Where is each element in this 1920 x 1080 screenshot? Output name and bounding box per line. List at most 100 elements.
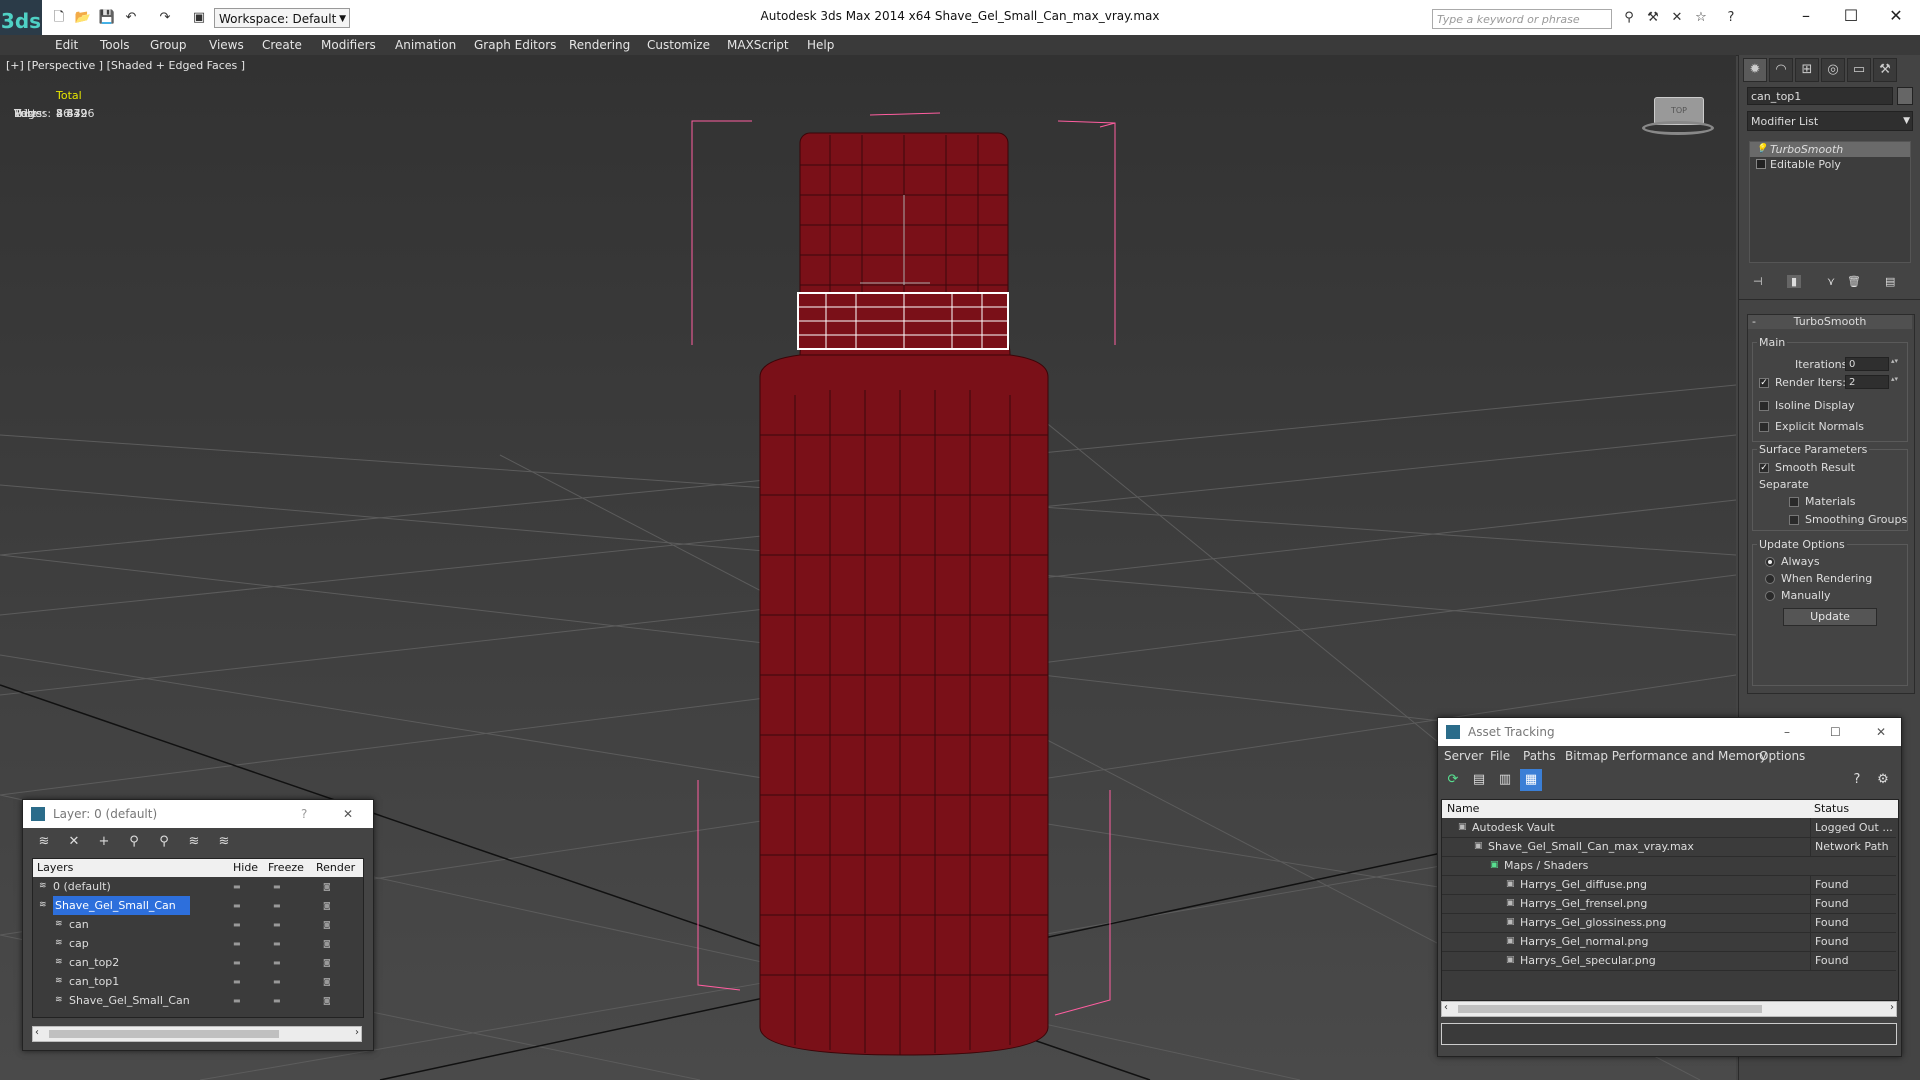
modify-tab-icon[interactable]: ◠ bbox=[1769, 58, 1793, 82]
open-file-icon[interactable]: 📂 bbox=[74, 9, 92, 27]
motion-tab-icon[interactable]: ◎ bbox=[1821, 58, 1845, 82]
workspace-dropdown[interactable]: Workspace: Default ▼ bbox=[214, 8, 350, 28]
asset-row[interactable]: ▣ Shave_Gel_Small_Can_max_vray.max Network… bbox=[1442, 837, 1896, 857]
render-toggle-icon[interactable]: ◙ bbox=[323, 991, 331, 1010]
render-toggle-icon[interactable]: ◙ bbox=[323, 934, 331, 953]
undo-icon[interactable]: ↶ bbox=[122, 9, 140, 27]
thumbnail-view-icon[interactable]: ▥ bbox=[1494, 769, 1516, 791]
layer-row[interactable]: ≋ Shave_Gel_Small_Can ▬ ▬ ◙ bbox=[33, 991, 361, 1010]
column-hide[interactable]: Hide bbox=[233, 859, 258, 877]
minimize-button[interactable]: – bbox=[1784, 718, 1790, 746]
freeze-toggle-icon[interactable]: ▬ bbox=[273, 953, 281, 972]
hide-all-icon[interactable]: ≋ bbox=[183, 831, 205, 853]
menu-item-tools[interactable]: Tools bbox=[100, 35, 130, 55]
new-file-icon[interactable]: 🗋 bbox=[50, 9, 68, 27]
hide-toggle-icon[interactable]: ▬ bbox=[233, 915, 241, 934]
modifier-list-dropdown[interactable]: Modifier List ▼ bbox=[1747, 111, 1913, 131]
asset-row[interactable]: ▣ Harrys_Gel_frensel.png Found bbox=[1442, 894, 1896, 914]
layer-row[interactable]: ≋ Shave_Gel_Small_Can ▬ ▬ ◙ bbox=[33, 896, 361, 915]
render-toggle-icon[interactable]: ◙ bbox=[323, 896, 331, 915]
pin-stack-icon[interactable]: ⊣ bbox=[1753, 275, 1763, 288]
column-status[interactable]: Status bbox=[1814, 800, 1849, 818]
render-toggle-icon[interactable]: ◙ bbox=[323, 972, 331, 991]
scroll-right-icon[interactable]: › bbox=[355, 1027, 359, 1038]
asset-row[interactable]: ▣ Maps / Shaders bbox=[1442, 856, 1896, 876]
list-view-icon[interactable]: ▤ bbox=[1468, 769, 1490, 791]
scrollbar-thumb[interactable] bbox=[49, 1030, 279, 1038]
refresh-icon[interactable]: ⟳ bbox=[1442, 769, 1464, 791]
materials-checkbox[interactable] bbox=[1789, 497, 1799, 507]
create-layer-icon[interactable]: ≋ bbox=[33, 831, 55, 853]
layer-dialog-titlebar[interactable]: Layer: 0 (default) ? ✕ bbox=[23, 800, 373, 828]
hide-toggle-icon[interactable]: ▬ bbox=[233, 953, 241, 972]
column-freeze[interactable]: Freeze bbox=[268, 859, 304, 877]
close-button[interactable]: ✕ bbox=[343, 800, 353, 828]
render-toggle-icon[interactable]: ◙ bbox=[323, 953, 331, 972]
scroll-left-icon[interactable]: ‹ bbox=[35, 1027, 39, 1038]
always-radio[interactable] bbox=[1765, 557, 1775, 567]
modifier-stack[interactable]: 💡 TurboSmooth Editable Poly bbox=[1749, 141, 1911, 263]
highlight-layer-icon[interactable]: ⚲ bbox=[153, 831, 175, 853]
hide-toggle-icon[interactable]: ▬ bbox=[233, 877, 241, 896]
column-name[interactable]: Name bbox=[1447, 800, 1479, 818]
menu-item-modifiers[interactable]: Modifiers bbox=[321, 35, 376, 55]
menu-item-server[interactable]: Server bbox=[1444, 746, 1483, 766]
minimize-button[interactable]: – bbox=[1786, 4, 1826, 28]
display-tab-icon[interactable]: ▭ bbox=[1847, 58, 1871, 82]
help-icon[interactable]: ? bbox=[1722, 9, 1740, 27]
scroll-left-icon[interactable]: ‹ bbox=[1444, 1002, 1448, 1013]
asset-horizontal-scrollbar[interactable]: ‹ › bbox=[1441, 1001, 1897, 1017]
menu-item-rendering[interactable]: Rendering bbox=[569, 35, 630, 55]
menu-item-views[interactable]: Views bbox=[209, 35, 244, 55]
hierarchy-tab-icon[interactable]: ⊞ bbox=[1795, 58, 1819, 82]
save-file-icon[interactable]: 💾 bbox=[98, 9, 116, 27]
make-unique-icon[interactable]: ⋎ bbox=[1827, 275, 1835, 288]
modifier-turbosmooth[interactable]: 💡 TurboSmooth bbox=[1750, 142, 1910, 157]
asset-path-field[interactable] bbox=[1441, 1023, 1897, 1045]
render-iters-spinner[interactable]: 2 bbox=[1845, 375, 1899, 389]
menu-item-bitmap-performance[interactable]: Bitmap Performance and Memory bbox=[1565, 746, 1767, 766]
freeze-toggle-icon[interactable]: ▬ bbox=[273, 877, 281, 896]
utilities-tab-icon[interactable]: ⚒ bbox=[1873, 58, 1897, 82]
create-tab-icon[interactable]: ✹ bbox=[1743, 58, 1767, 82]
maximize-button[interactable]: ☐ bbox=[1830, 718, 1841, 746]
menu-item-customize[interactable]: Customize bbox=[647, 35, 710, 55]
viewcube-compass-ring[interactable] bbox=[1642, 121, 1714, 135]
viewcube[interactable]: TOP bbox=[1642, 95, 1716, 139]
update-button[interactable]: Update bbox=[1783, 608, 1877, 626]
close-window-button[interactable]: ✕ bbox=[1876, 4, 1916, 28]
scroll-right-icon[interactable]: › bbox=[1890, 1002, 1894, 1013]
column-render[interactable]: Render bbox=[316, 859, 355, 877]
layer-horizontal-scrollbar[interactable]: ‹ › bbox=[32, 1026, 362, 1042]
smooth-result-checkbox[interactable]: ✓ bbox=[1759, 463, 1769, 473]
project-folder-icon[interactable]: ▣ bbox=[190, 9, 208, 27]
hide-toggle-icon[interactable]: ▬ bbox=[233, 972, 241, 991]
manually-radio[interactable] bbox=[1765, 591, 1775, 601]
menu-item-edit[interactable]: Edit bbox=[55, 35, 78, 55]
menu-item-group[interactable]: Group bbox=[150, 35, 187, 55]
freeze-all-icon[interactable]: ≋ bbox=[213, 831, 235, 853]
communication-icon[interactable]: ✕ bbox=[1668, 9, 1686, 27]
viewport-label[interactable]: [+] [Perspective ] [Shaded + Edged Faces… bbox=[6, 59, 245, 72]
menu-item-maxscript[interactable]: MAXScript bbox=[727, 35, 789, 55]
search-input[interactable]: Type a keyword or phrase bbox=[1432, 9, 1612, 29]
asset-row[interactable]: ▣ Harrys_Gel_diffuse.png Found bbox=[1442, 875, 1896, 895]
menu-item-create[interactable]: Create bbox=[262, 35, 302, 55]
menu-item-animation[interactable]: Animation bbox=[395, 35, 456, 55]
configure-sets-icon[interactable]: ▤ bbox=[1885, 275, 1895, 288]
binoculars-icon[interactable]: ⚲ bbox=[1620, 9, 1638, 27]
menu-item-help[interactable]: Help bbox=[807, 35, 834, 55]
delete-layer-icon[interactable]: ✕ bbox=[63, 831, 85, 853]
subscription-icon[interactable]: ⚒ bbox=[1644, 9, 1662, 27]
asset-row[interactable]: ▣ Harrys_Gel_normal.png Found bbox=[1442, 932, 1896, 952]
asset-row[interactable]: ▣ Autodesk Vault Logged Out ... bbox=[1442, 818, 1896, 838]
lightbulb-icon[interactable]: 💡 bbox=[1756, 144, 1767, 154]
help-icon[interactable]: ? bbox=[1846, 769, 1868, 791]
menu-item-file[interactable]: File bbox=[1490, 746, 1510, 766]
freeze-toggle-icon[interactable]: ▬ bbox=[273, 896, 281, 915]
menu-item-graph-editors[interactable]: Graph Editors bbox=[474, 35, 556, 55]
redo-icon[interactable]: ↷ bbox=[156, 9, 174, 27]
menu-item-paths[interactable]: Paths bbox=[1523, 746, 1556, 766]
scrollbar-thumb[interactable] bbox=[1458, 1005, 1762, 1013]
render-iters-checkbox[interactable]: ✓ bbox=[1759, 378, 1769, 388]
